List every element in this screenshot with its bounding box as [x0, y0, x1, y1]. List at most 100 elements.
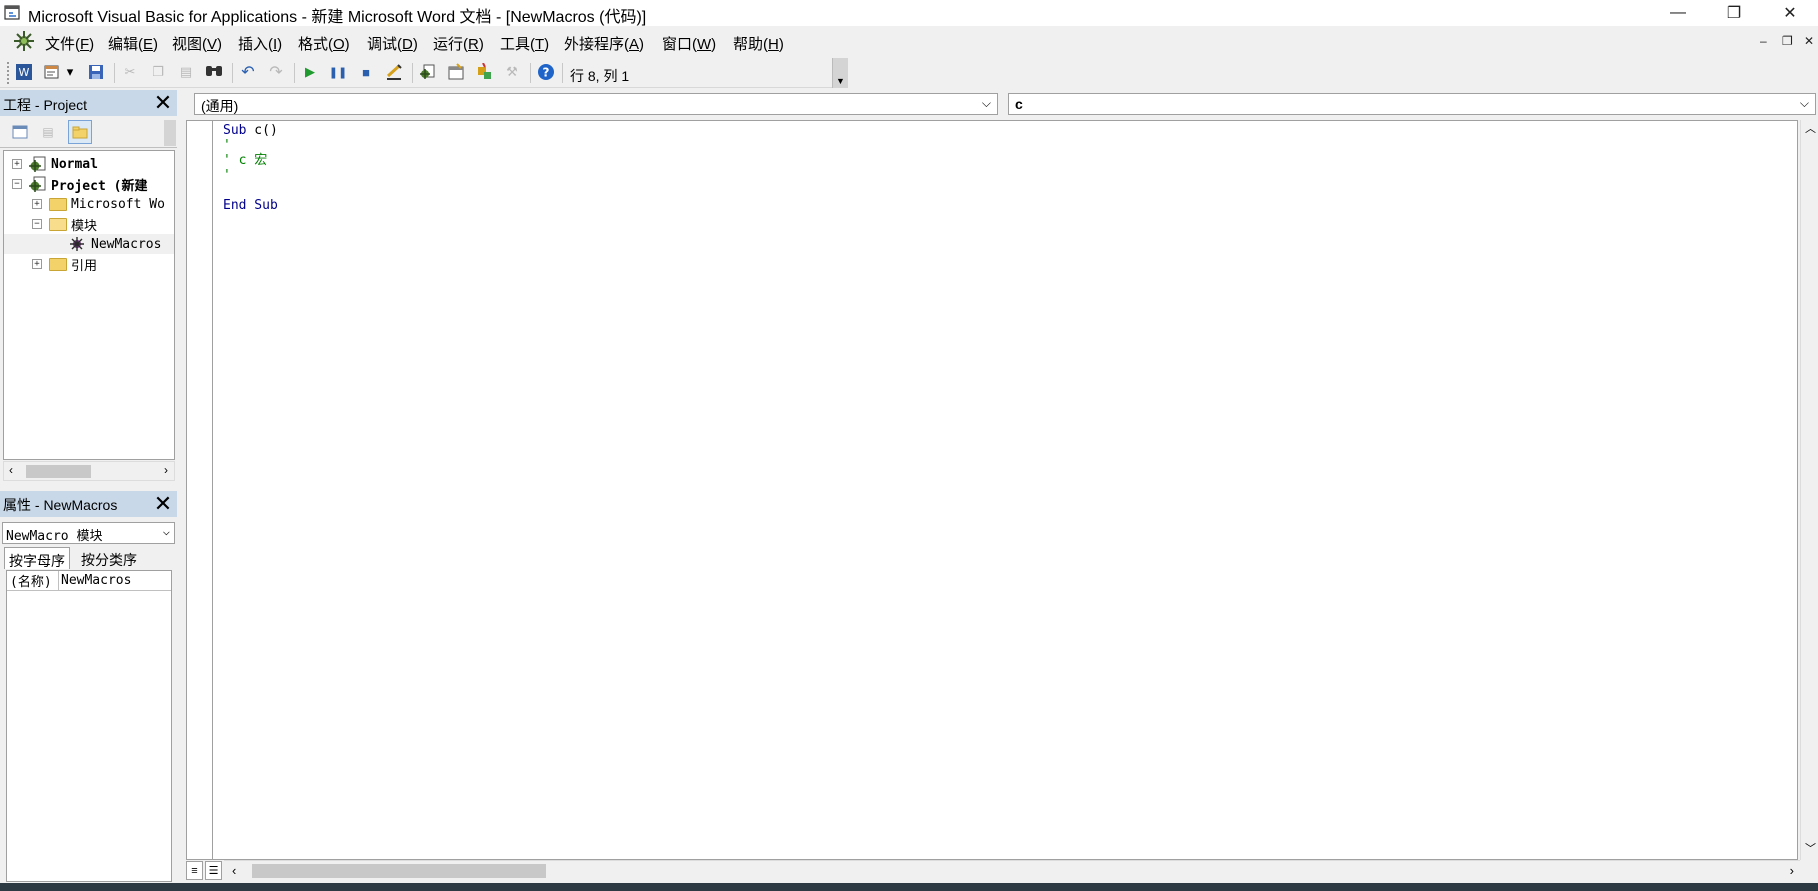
chevron-up-icon[interactable]: ︿ — [1805, 120, 1816, 136]
procedure-dropdown[interactable]: c ⌵ — [1008, 93, 1816, 115]
save-icon[interactable] — [86, 62, 106, 82]
menu-view[interactable]: 视图(V) — [172, 33, 222, 54]
toggle-folders-icon[interactable] — [68, 120, 92, 144]
margin-indicator-bar[interactable] — [187, 121, 213, 859]
menu-help[interactable]: 帮助(H) — [733, 33, 784, 54]
view-code-icon[interactable] — [8, 120, 32, 144]
menu-debug[interactable]: 调试(D) — [367, 33, 418, 54]
mdi-minimize-button[interactable]: – — [1760, 34, 1767, 48]
paste-icon[interactable]: ▤ — [176, 62, 196, 82]
tree-node-newmacros[interactable]: NewMacros — [4, 234, 174, 254]
code-vertical-scrollbar[interactable]: ︿ ﹀ — [1800, 120, 1818, 860]
chevron-down-icon: ⌵ — [162, 524, 170, 538]
close-button[interactable]: ✕ — [1762, 0, 1818, 26]
project-tree: + Normal − Project (新建 + Microsoft Wo − … — [3, 150, 175, 460]
menu-file[interactable]: 文件(F) — [45, 33, 94, 54]
procedure-view-button[interactable]: ≡ — [186, 861, 203, 880]
menu-tools[interactable]: 工具(T) — [500, 33, 549, 54]
properties-pane-header: 属性 - NewMacros ✕ — [0, 491, 177, 517]
project-pane-header: 工程 - Project ✕ — [0, 90, 177, 116]
restore-button[interactable]: ❐ — [1706, 0, 1762, 26]
project-explorer-icon[interactable] — [418, 62, 438, 82]
property-row-name[interactable]: (名称) NewMacros — [7, 571, 171, 591]
vba-menu-icon[interactable] — [12, 29, 36, 53]
menu-format[interactable]: 格式(O) — [298, 33, 350, 54]
expand-icon[interactable]: + — [32, 199, 42, 209]
reset-icon[interactable]: ■ — [356, 62, 376, 82]
toolbox-icon[interactable]: ⚒ — [502, 62, 522, 82]
redo-icon[interactable]: ↷ — [266, 62, 286, 82]
chevron-down-icon[interactable]: ﹀ — [1805, 840, 1816, 856]
break-icon[interactable]: ❚❚ — [328, 62, 348, 82]
menu-run[interactable]: 运行(R) — [433, 33, 484, 54]
tree-label-project: Project (新建 — [51, 178, 148, 194]
vba-project-icon — [28, 156, 48, 172]
menu-addins[interactable]: 外接程序(A) — [564, 33, 644, 54]
tree-horizontal-scrollbar[interactable]: ‹ › — [3, 461, 175, 481]
word-view-icon[interactable]: W — [14, 62, 34, 82]
menu-edit[interactable]: 编辑(E) — [108, 33, 158, 54]
tree-node-normal[interactable]: + Normal — [4, 154, 174, 174]
code-horizontal-scrollbar[interactable]: ‹ › — [224, 860, 1800, 880]
scroll-left-icon[interactable]: ‹ — [232, 863, 236, 878]
expand-icon[interactable]: + — [32, 259, 42, 269]
chevron-down-icon: ▼ — [836, 76, 845, 86]
object-dropdown-value: (通用) — [201, 98, 239, 114]
menu-window[interactable]: 窗口(W) — [662, 33, 716, 54]
collapse-icon[interactable]: − — [32, 219, 42, 229]
tab-alphabetic[interactable]: 按字母序 — [4, 547, 70, 569]
cut-icon[interactable]: ✂ — [120, 62, 140, 82]
scroll-thumb[interactable] — [252, 864, 546, 878]
tree-node-references[interactable]: + 引用 — [4, 254, 174, 274]
tree-node-modules[interactable]: − 模块 — [4, 214, 174, 234]
full-module-view-button[interactable]: ☰ — [205, 861, 222, 880]
property-value[interactable]: NewMacros — [59, 573, 131, 588]
insert-module-icon[interactable] — [42, 62, 62, 82]
scroll-thumb[interactable] — [26, 465, 91, 478]
tree-label-word-objects: Microsoft Wo — [71, 196, 165, 212]
tree-node-word-objects[interactable]: + Microsoft Wo — [4, 194, 174, 214]
find-icon[interactable] — [204, 62, 224, 82]
tree-label-newmacros: NewMacros — [91, 236, 162, 252]
tree-node-project[interactable]: − Project (新建 — [4, 174, 174, 194]
collapse-icon[interactable]: − — [12, 179, 22, 189]
tab-categorized[interactable]: 按分类序 — [77, 547, 141, 569]
toolbar-separator — [530, 63, 531, 83]
scroll-left-icon[interactable]: ‹ — [9, 463, 13, 477]
object-selector-value: NewMacro 模块 — [6, 529, 103, 544]
close-icon[interactable]: ✕ — [152, 90, 174, 115]
pane-toolbar-overflow[interactable] — [164, 120, 176, 146]
close-icon[interactable]: ✕ — [152, 491, 174, 516]
scroll-right-icon[interactable]: › — [164, 463, 168, 477]
view-object-icon[interactable]: ▤ — [36, 120, 60, 144]
standard-toolbar: W ▾ ✂ ❐ ▤ ↶ ↷ ▶ ❚❚ ■ ⚒ ? 行 8, 列 1 — [0, 58, 848, 88]
code-editor[interactable]: Sub c() ' ' c 宏 ' End Sub — [186, 120, 1798, 860]
properties-window-icon[interactable] — [446, 62, 466, 82]
code-text[interactable]: Sub c() ' ' c 宏 ' End Sub — [223, 123, 278, 213]
run-icon[interactable]: ▶ — [300, 62, 320, 82]
help-icon[interactable]: ? — [536, 62, 556, 82]
folder-icon — [48, 256, 68, 272]
undo-icon[interactable]: ↶ — [238, 62, 258, 82]
tree-label-normal: Normal — [51, 156, 98, 172]
minimize-button[interactable]: — — [1650, 0, 1706, 26]
copy-icon[interactable]: ❐ — [148, 62, 168, 82]
object-dropdown[interactable]: (通用) ⌵ — [194, 93, 998, 115]
toolbar-grip[interactable] — [7, 62, 10, 84]
window-title: Microsoft Visual Basic for Applications … — [28, 9, 647, 26]
object-selector[interactable]: NewMacro 模块 ⌵ — [2, 522, 175, 544]
mdi-restore-button[interactable]: ❐ — [1782, 34, 1793, 48]
object-browser-icon[interactable] — [474, 62, 494, 82]
vba-project-icon — [28, 176, 48, 192]
design-mode-icon[interactable] — [384, 62, 404, 82]
scroll-right-icon[interactable]: › — [1790, 863, 1794, 878]
menu-insert[interactable]: 插入(I) — [238, 33, 282, 54]
code-comment: ' — [223, 138, 231, 153]
menu-bar: 文件(F) 编辑(E) 视图(V) 插入(I) 格式(O) 调试(D) 运行(R… — [0, 26, 1818, 56]
expand-icon[interactable]: + — [12, 159, 22, 169]
toolbar-overflow-button[interactable]: ▼ — [832, 58, 848, 88]
chevron-down-icon: ⌵ — [981, 96, 991, 110]
mdi-close-button[interactable]: ✕ — [1804, 34, 1814, 48]
vba-app-icon — [4, 5, 20, 20]
insert-dropdown-arrow-icon[interactable]: ▾ — [64, 62, 76, 82]
